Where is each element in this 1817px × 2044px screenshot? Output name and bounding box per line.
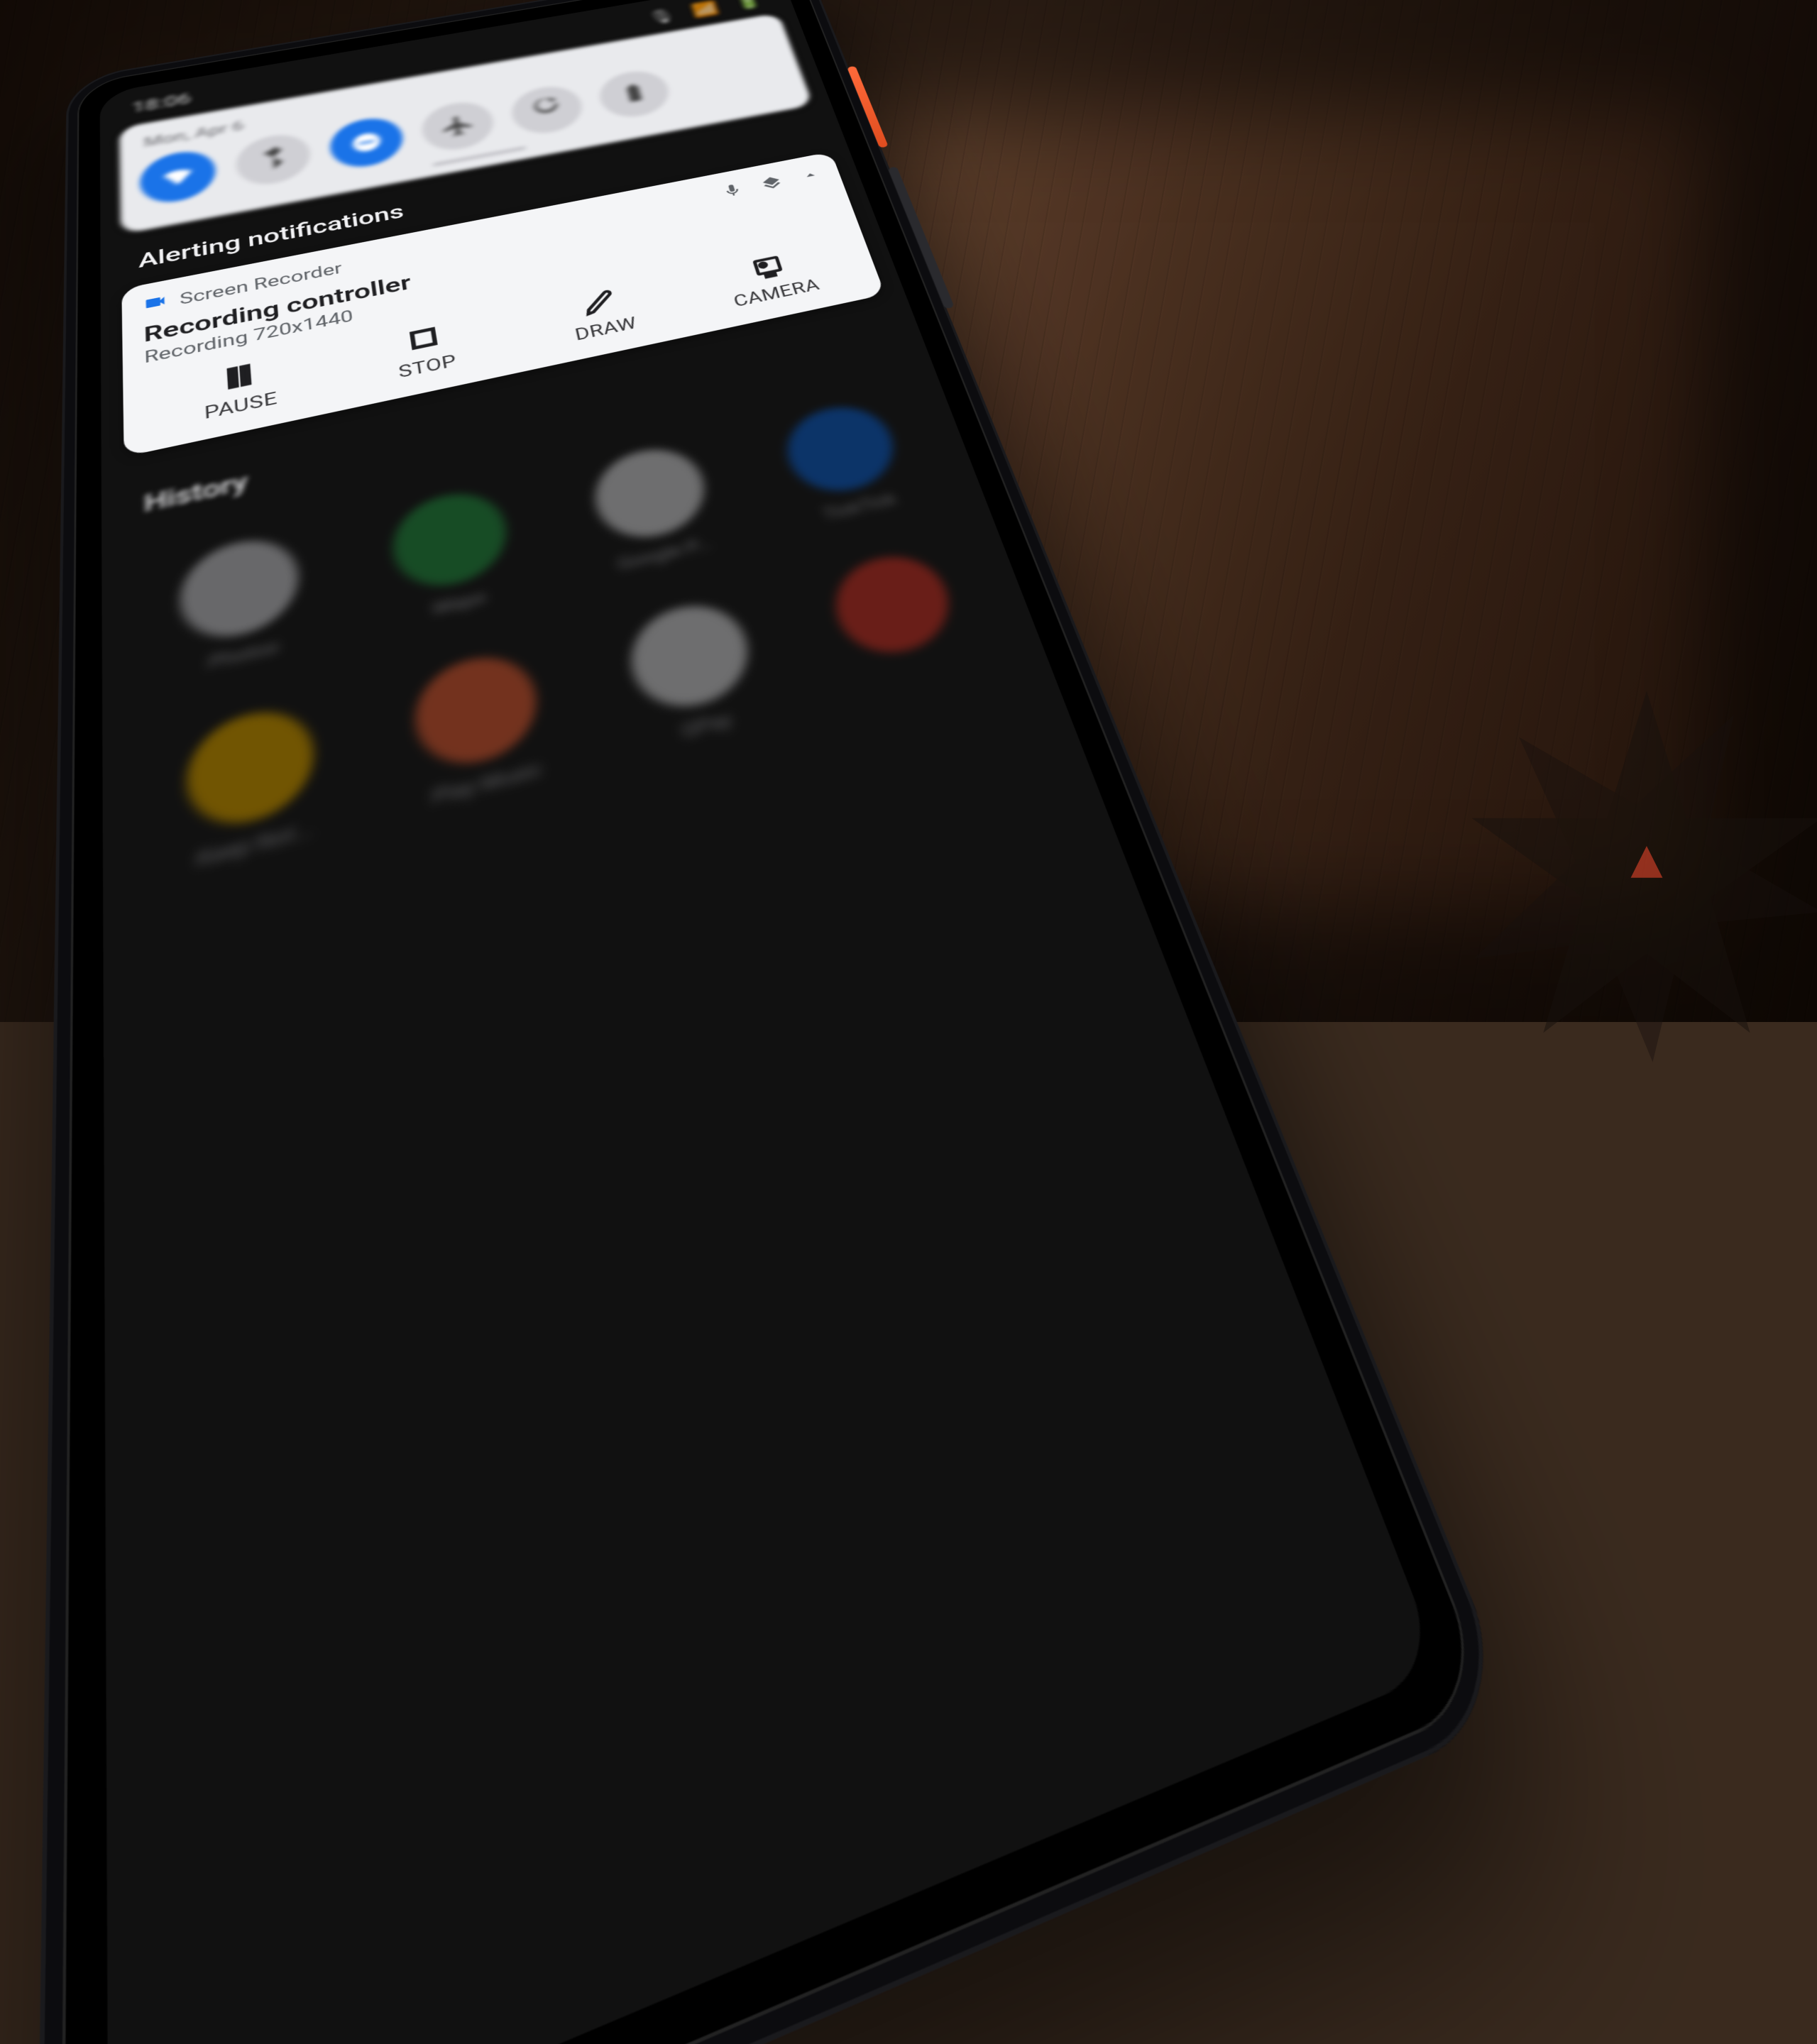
qs-battery-tile[interactable]	[595, 67, 674, 122]
wifi-icon	[158, 161, 197, 192]
pause-icon	[219, 360, 258, 394]
battery-saver-icon	[615, 80, 654, 108]
bluetooth-icon	[254, 144, 293, 174]
qs-rotate-tile[interactable]	[507, 82, 587, 138]
qs-dnd-tile[interactable]	[328, 114, 407, 172]
phone-frame: Photos Maps Google P... TickTick Keep No…	[35, 0, 1520, 2044]
collapse-icon[interactable]	[798, 166, 823, 185]
videocam-icon	[143, 292, 168, 317]
mic-icon	[720, 182, 745, 201]
qs-airplane-tile[interactable]	[419, 97, 498, 155]
status-battery-icon: 🔋	[733, 0, 764, 11]
dnd-icon	[347, 128, 386, 158]
status-mic-icon: 🎙	[646, 7, 677, 27]
pencil-icon	[579, 287, 620, 318]
status-time: 18:06	[132, 89, 192, 116]
layers-icon	[759, 174, 784, 193]
qs-wifi-tile[interactable]	[139, 146, 216, 208]
airplane-icon	[438, 111, 478, 141]
stop-icon	[403, 322, 443, 355]
rotate-icon	[527, 96, 567, 124]
camera-icon	[748, 252, 789, 282]
home-grid-dimmed: Photos Maps Google P... TickTick Keep No…	[101, 359, 1442, 2044]
phone-screen: Photos Maps Google P... TickTick Keep No…	[100, 0, 1442, 2044]
qs-bluetooth-tile[interactable]	[235, 130, 313, 190]
status-signal-icon: 📶	[691, 0, 722, 19]
